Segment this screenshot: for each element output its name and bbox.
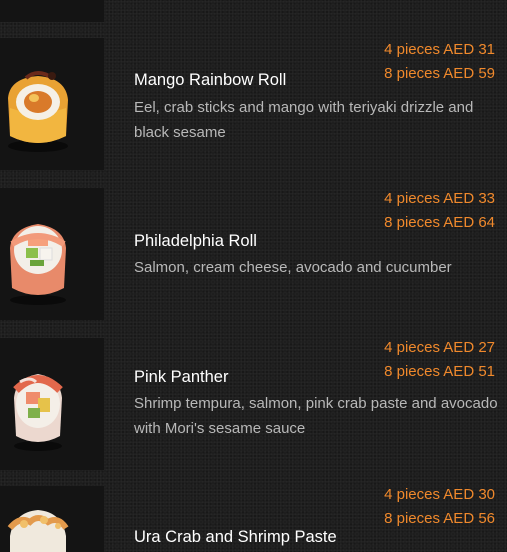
sushi-image (0, 486, 104, 552)
menu-item-ura-crab-and-shrimp-paste[interactable]: 4 pieces AED 30 8 pieces AED 56 Ura Crab… (0, 470, 507, 552)
price-list: 4 pieces AED 27 8 pieces AED 51 (384, 336, 495, 384)
menu-item-philadelphia-roll[interactable]: 4 pieces AED 33 8 pieces AED 64 Philadel… (0, 170, 507, 320)
price-4-pieces: 4 pieces AED 27 (384, 339, 495, 356)
price-list: 4 pieces AED 33 8 pieces AED 64 (384, 187, 495, 235)
sushi-image (0, 338, 104, 470)
menu-item-mango-rainbow-roll[interactable]: 4 pieces AED 31 8 pieces AED 59 Mango Ra… (0, 0, 507, 170)
item-title: Philadelphia Roll (134, 232, 257, 250)
item-title: Pink Panther (134, 368, 229, 386)
item-title: Mango Rainbow Roll (134, 71, 287, 89)
price-4-pieces: 4 pieces AED 33 (384, 190, 495, 207)
item-description: Eel, crab sticks and mango with teriyaki… (134, 99, 474, 141)
price-8-pieces: 8 pieces AED 59 (384, 65, 495, 82)
price-list: 4 pieces AED 31 8 pieces AED 59 (384, 38, 495, 86)
menu-item-pink-panther[interactable]: 4 pieces AED 27 8 pieces AED 51 Pink Pan… (0, 320, 507, 470)
item-description: Salmon, cream cheese, avocado and cucumb… (134, 259, 452, 276)
price-8-pieces: 8 pieces AED 56 (384, 510, 495, 527)
item-description: Shrimp tempura, salmon, pink crab paste … (134, 395, 498, 437)
price-4-pieces: 4 pieces AED 31 (384, 41, 495, 58)
sushi-image (0, 38, 104, 170)
price-4-pieces: 4 pieces AED 30 (384, 486, 495, 503)
sushi-image (0, 188, 104, 320)
price-8-pieces: 8 pieces AED 51 (384, 363, 495, 380)
price-8-pieces: 8 pieces AED 64 (384, 214, 495, 231)
item-title: Ura Crab and Shrimp Paste (134, 528, 337, 546)
price-list: 4 pieces AED 30 8 pieces AED 56 (384, 483, 495, 531)
